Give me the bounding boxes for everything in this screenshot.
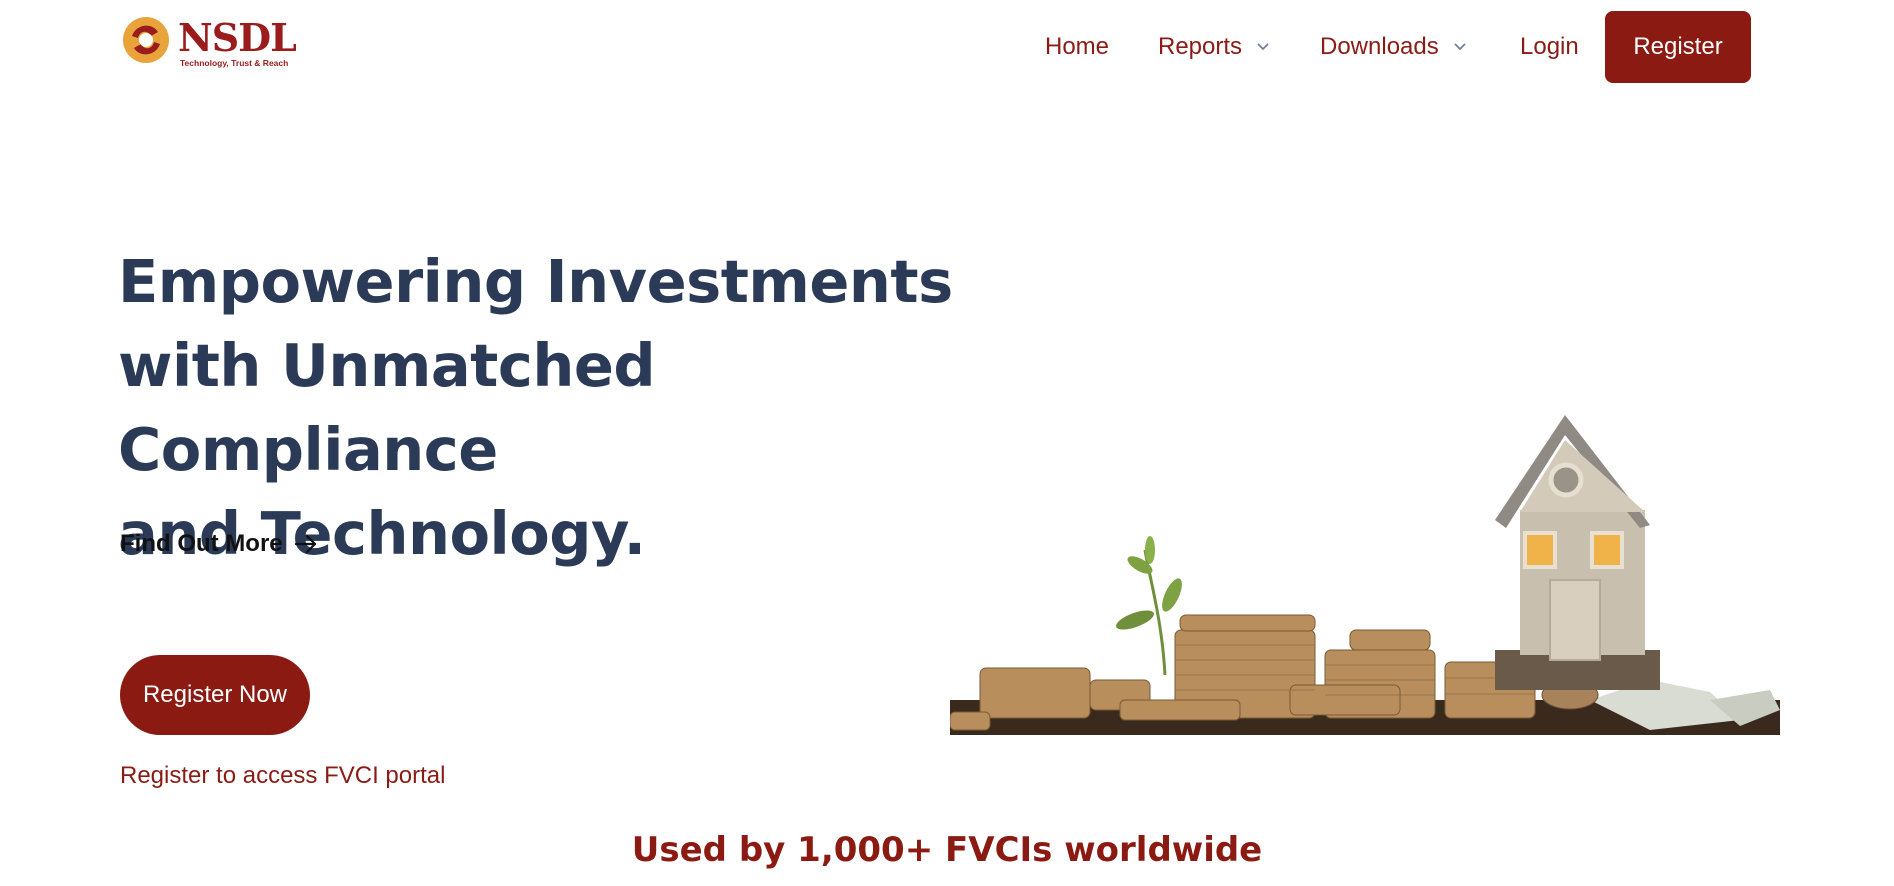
register-now-button[interactable]: Register Now: [120, 655, 310, 735]
nav-reports-label: Reports: [1158, 33, 1243, 60]
logo-name: NSDL: [178, 15, 297, 60]
hero-title: Empowering Investments with Unmatched Co…: [118, 240, 978, 576]
used-by-stat: Used by 1,000+ FVCIs worldwide: [631, 830, 1263, 870]
house-with-coins-illustration: [950, 415, 1780, 735]
register-subtext: Register to access FVCI portal: [120, 762, 446, 789]
nav-downloads-label: Downloads: [1320, 33, 1439, 60]
nav-home[interactable]: Home: [1045, 33, 1109, 61]
nsdl-logo-icon: [123, 17, 169, 63]
chevron-down-icon: [1454, 43, 1466, 51]
register-button[interactable]: Register: [1605, 11, 1751, 83]
arrow-right-icon: [294, 534, 316, 554]
nav-login[interactable]: Login: [1520, 33, 1579, 61]
nav-login-label: Login: [1520, 33, 1579, 60]
logo-tagline: Technology, Trust & Reach: [180, 58, 289, 68]
nsdl-logo[interactable]: NSDL Technology, Trust & Reach: [118, 12, 298, 76]
hero-title-line: with Unmatched Compliance: [118, 331, 656, 484]
nav-reports[interactable]: Reports: [1158, 33, 1270, 61]
hero-title-line: Empowering Investments: [118, 247, 953, 316]
find-out-more-link[interactable]: Find Out More: [120, 530, 319, 558]
nav-home-label: Home: [1045, 33, 1110, 60]
nav-downloads[interactable]: Downloads: [1320, 33, 1467, 61]
find-out-more-label: Find Out More: [120, 530, 283, 557]
chevron-down-icon: [1257, 43, 1269, 51]
